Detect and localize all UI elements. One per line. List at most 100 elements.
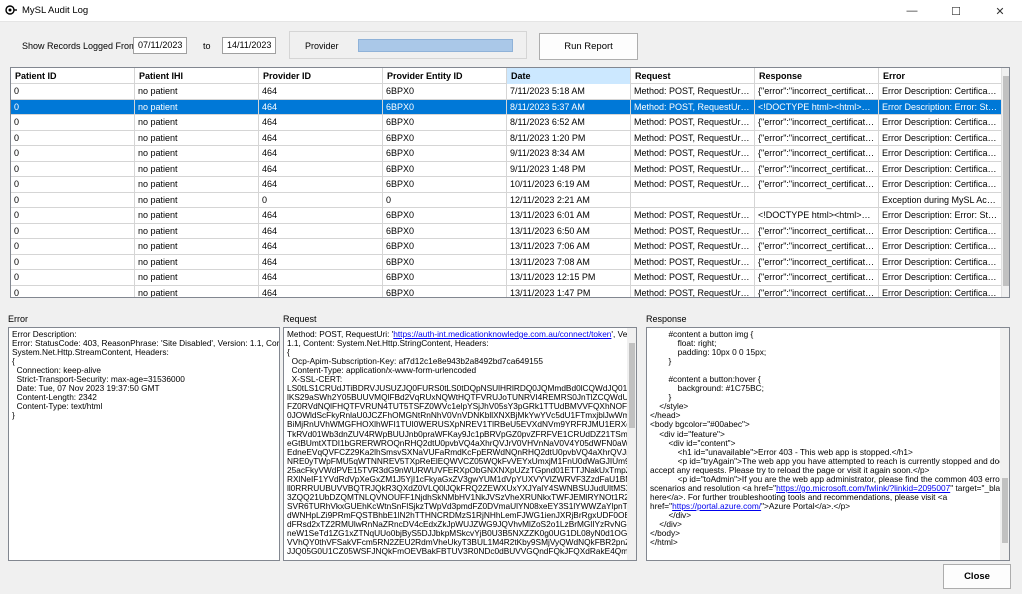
table-cell[interactable]: Method: POST, RequestUri: 'http... <box>631 208 755 223</box>
table-cell[interactable]: 464 <box>259 208 383 223</box>
table-cell[interactable]: {"error":"incorrect_certificate","er... <box>755 146 879 161</box>
table-row[interactable]: 0 no patient 464 6BPX0 8/11/2023 1:20 PM Meth… <box>11 130 1003 146</box>
table-cell[interactable]: no patient <box>135 239 259 254</box>
table-row[interactable]: 0 no patient 464 6BPX0 8/11/2023 5:37 AM Meth… <box>11 99 1003 115</box>
column-header[interactable]: Provider ID <box>259 68 383 84</box>
table-cell[interactable]: {"error":"incorrect_certificate","er... <box>755 285 879 297</box>
table-cell[interactable]: Error Description: Certificate used... <box>879 254 1003 270</box>
table-cell[interactable]: 0 <box>259 192 383 208</box>
table-cell[interactable]: 7/11/2023 5:18 AM <box>507 84 631 99</box>
request-scrollbar[interactable] <box>627 328 636 560</box>
table-cell[interactable]: 0 <box>11 254 135 270</box>
table-cell[interactable]: 13/11/2023 6:01 AM <box>507 208 631 223</box>
table-cell[interactable]: no patient <box>135 208 259 223</box>
response-scrollbar-thumb[interactable] <box>1002 478 1008 543</box>
table-row[interactable]: 0 no patient 464 6BPX0 13/11/2023 12:15 PM Me… <box>11 270 1003 286</box>
table-cell[interactable]: {"error":"incorrect_certificate","er... <box>755 177 879 192</box>
table-cell[interactable]: Method: POST, RequestUri: 'http... <box>631 270 755 285</box>
table-cell[interactable]: Method: POST, RequestUri: 'http... <box>631 146 755 161</box>
request-scrollbar-thumb[interactable] <box>629 343 635 428</box>
table-cell[interactable]: 0 <box>11 270 135 285</box>
table-cell[interactable]: 0 <box>11 177 135 192</box>
error-textbox[interactable]: Error Description: Error: StatusCode: 40… <box>8 327 280 561</box>
close-window-button[interactable]: ✕ <box>978 0 1022 22</box>
table-cell[interactable]: no patient <box>135 99 259 115</box>
table-cell[interactable]: {"error":"incorrect_certificate","er... <box>755 223 879 239</box>
table-cell[interactable]: no patient <box>135 115 259 130</box>
table-cell[interactable]: 0 <box>11 223 135 239</box>
table-cell[interactable]: 464 <box>259 115 383 130</box>
table-cell[interactable]: Method: POST, RequestUri: 'http... <box>631 239 755 254</box>
table-cell[interactable]: no patient <box>135 177 259 192</box>
table-cell[interactable]: {"error":"incorrect_certificate","er... <box>755 239 879 254</box>
table-cell[interactable]: 464 <box>259 99 383 115</box>
table-cell[interactable]: Error Description: Certificate used... <box>879 285 1003 297</box>
table-cell[interactable]: 0 <box>11 192 135 208</box>
table-cell[interactable]: 10/11/2023 6:19 AM <box>507 177 631 192</box>
table-cell[interactable]: 6BPX0 <box>383 177 507 192</box>
table-cell[interactable]: 0 <box>11 99 135 115</box>
table-cell[interactable]: 6BPX0 <box>383 223 507 239</box>
from-date-field[interactable]: 07/11/2023 <box>133 37 187 54</box>
table-cell[interactable]: Error Description: Certificate used... <box>879 177 1003 192</box>
table-cell[interactable]: Method: POST, RequestUri: 'http... <box>631 177 755 192</box>
column-header[interactable]: Patient ID <box>11 68 135 84</box>
table-cell[interactable]: 464 <box>259 177 383 192</box>
table-row[interactable]: 0 no patient 464 6BPX0 13/11/2023 1:47 PM Met… <box>11 285 1003 297</box>
table-cell[interactable]: 0 <box>11 146 135 161</box>
response-textbox[interactable]: #content a button img { float: right; pa… <box>646 327 1010 561</box>
table-cell[interactable]: Error Description: Certificate used... <box>879 239 1003 254</box>
table-cell[interactable]: no patient <box>135 161 259 177</box>
table-cell[interactable]: no patient <box>135 285 259 297</box>
table-cell[interactable]: Error Description: Certificate used... <box>879 270 1003 285</box>
maximize-button[interactable]: ☐ <box>934 0 978 22</box>
table-cell[interactable]: 6BPX0 <box>383 161 507 177</box>
table-cell[interactable] <box>631 192 755 208</box>
table-cell[interactable]: no patient <box>135 223 259 239</box>
table-row[interactable]: 0 no patient 464 6BPX0 13/11/2023 6:01 AM Met… <box>11 208 1003 224</box>
table-cell[interactable]: 464 <box>259 130 383 146</box>
table-cell[interactable]: Method: POST, RequestUri: 'http... <box>631 254 755 270</box>
table-cell[interactable]: Method: POST, RequestUri: 'http... <box>631 99 755 115</box>
table-row[interactable]: 0 no patient 464 6BPX0 13/11/2023 7:06 AM Met… <box>11 239 1003 255</box>
table-row[interactable]: 0 no patient 464 6BPX0 8/11/2023 6:52 AM Meth… <box>11 115 1003 131</box>
table-cell[interactable]: Method: POST, RequestUri: 'http... <box>631 223 755 239</box>
table-row[interactable]: 0 no patient 464 6BPX0 13/11/2023 6:50 AM Met… <box>11 223 1003 239</box>
table-cell[interactable]: Error Description: Certificate used... <box>879 223 1003 239</box>
table-cell[interactable]: 464 <box>259 84 383 99</box>
table-cell[interactable]: 8/11/2023 6:52 AM <box>507 115 631 130</box>
table-cell[interactable]: <!DOCTYPE html><html><head> ... <box>755 99 879 115</box>
audit-log-grid[interactable]: Patient ID Patient IHI Provider ID Provider… <box>10 67 1010 298</box>
table-cell[interactable]: Method: POST, RequestUri: 'http... <box>631 115 755 130</box>
table-cell[interactable]: {"error":"incorrect_certificate","er... <box>755 130 879 146</box>
table-cell[interactable]: 0 <box>11 239 135 254</box>
table-cell[interactable]: 464 <box>259 146 383 161</box>
response-scrollbar[interactable] <box>1000 328 1009 560</box>
table-cell[interactable]: Exception during MySL Access T... <box>879 192 1003 208</box>
table-cell[interactable]: 464 <box>259 161 383 177</box>
table-cell[interactable]: 8/11/2023 5:37 AM <box>507 99 631 115</box>
table-cell[interactable]: 0 <box>11 208 135 223</box>
table-row[interactable]: 0 no patient 464 6BPX0 10/11/2023 6:19 AM Met… <box>11 177 1003 193</box>
table-cell[interactable]: 6BPX0 <box>383 270 507 285</box>
table-cell[interactable]: no patient <box>135 146 259 161</box>
table-cell[interactable]: 12/11/2023 2:21 AM <box>507 192 631 208</box>
table-cell[interactable]: 0 <box>11 285 135 297</box>
column-header[interactable]: Request <box>631 68 755 84</box>
table-cell[interactable]: 13/11/2023 1:47 PM <box>507 285 631 297</box>
table-cell[interactable]: Error Description: Error: StatusCo... <box>879 208 1003 223</box>
table-row[interactable]: 0 no patient 464 6BPX0 9/11/2023 1:48 PM Meth… <box>11 161 1003 177</box>
table-cell[interactable] <box>755 192 879 208</box>
table-cell[interactable]: 6BPX0 <box>383 254 507 270</box>
table-cell[interactable]: 6BPX0 <box>383 115 507 130</box>
column-header[interactable]: Error <box>879 68 1003 84</box>
table-cell[interactable]: Error Description: Certificate used... <box>879 161 1003 177</box>
table-cell[interactable]: 464 <box>259 254 383 270</box>
table-cell[interactable]: 464 <box>259 270 383 285</box>
table-cell[interactable]: 13/11/2023 6:50 AM <box>507 223 631 239</box>
table-cell[interactable]: 0 <box>383 192 507 208</box>
table-cell[interactable]: Method: POST, RequestUri: 'http... <box>631 161 755 177</box>
table-row[interactable]: 0 no patient 0 0 12/11/2023 2:21 AM Exception… <box>11 192 1003 208</box>
table-cell[interactable]: no patient <box>135 192 259 208</box>
table-cell[interactable]: no patient <box>135 270 259 285</box>
